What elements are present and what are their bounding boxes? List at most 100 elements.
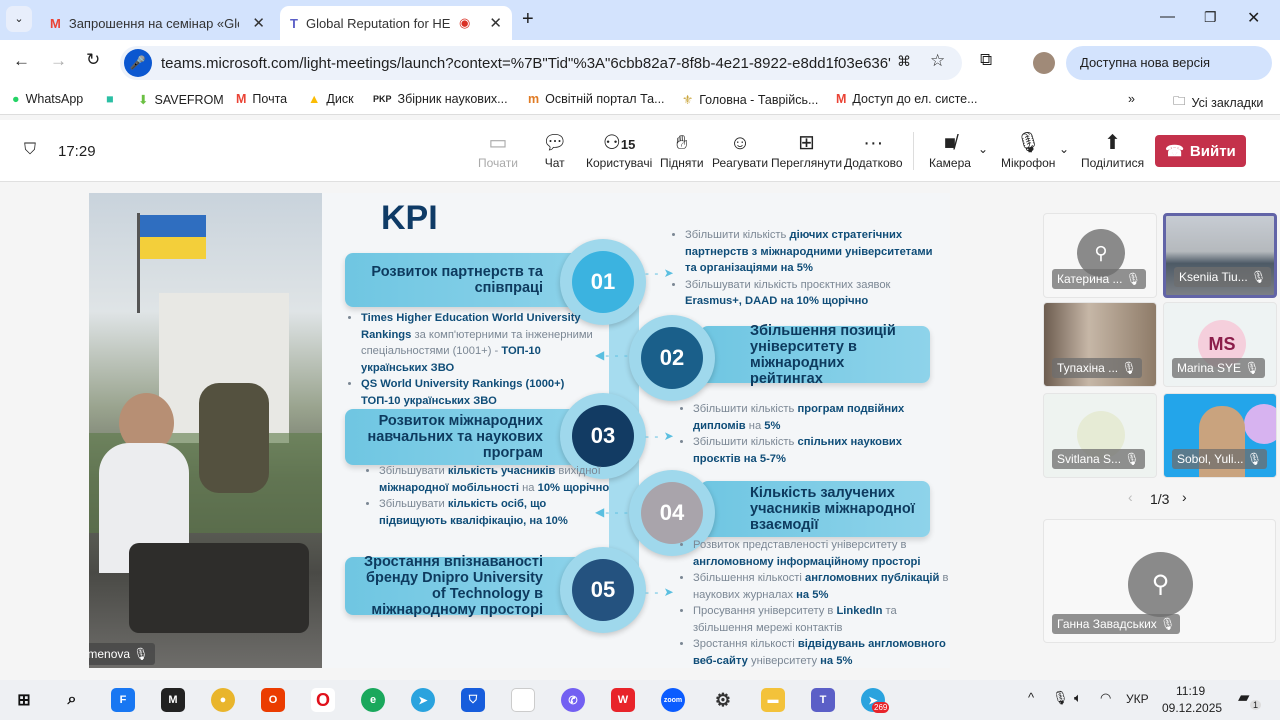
bookmark-pochta[interactable]: M Почта — [236, 92, 287, 106]
profile-avatar[interactable] — [1033, 52, 1055, 74]
kpi-banner-04: Кількість залучених учасників міжнародно… — [700, 481, 930, 537]
windows-start-icon[interactable]: ⊞ — [12, 688, 36, 712]
bookmark-mail[interactable]: ■ — [106, 92, 114, 106]
show-hidden-icons[interactable]: ^ — [1028, 690, 1034, 705]
bookmark-savefrom[interactable]: ⬇ SAVEFROM — [138, 92, 224, 108]
bookmark-dostup[interactable]: M Доступ до ел. систе... — [836, 92, 978, 106]
bullet-text: на — [518, 481, 538, 494]
translate-icon[interactable]: ⌘ — [897, 53, 911, 70]
kpi-number: 04 — [641, 482, 703, 544]
participant-tile[interactable]: Sobol, Yuli... 🎙︎ — [1163, 393, 1277, 478]
camera-options-chevron-icon[interactable]: ⌄ — [978, 142, 988, 156]
bitwarden-icon[interactable]: ⛉ — [461, 688, 485, 712]
forward-icon[interactable]: → — [50, 51, 67, 71]
address-bar[interactable]: 🎤 teams.microsoft.com/light-meetings/lau… — [120, 46, 962, 80]
microphone-button[interactable]: 🎙︎ Мікрофон — [1001, 130, 1055, 170]
kpi-number: 02 — [641, 327, 703, 389]
microphone-icon[interactable]: 🎤 — [124, 49, 152, 77]
view-button[interactable]: ⊞ Переглянути — [771, 130, 842, 170]
wps-icon[interactable]: W — [611, 688, 635, 712]
close-tab-icon[interactable]: ✕ — [489, 14, 502, 32]
present-button[interactable]: ▭ Почати — [478, 130, 518, 170]
participant-name: Svitlana S... 🎙︎ — [1052, 449, 1145, 469]
bookmark-osvitnii[interactable]: m Освітній портал Та... — [528, 92, 665, 106]
mic-options-chevron-icon[interactable]: ⌄ — [1059, 142, 1069, 156]
bookmark-disk[interactable]: ▲ Диск — [308, 92, 354, 106]
participant-tile[interactable]: MS Marina SYE 🎙︎ — [1163, 302, 1277, 387]
raise-hand-button[interactable]: ✋︎ Підняти — [660, 130, 704, 170]
edge-icon[interactable]: e — [361, 688, 385, 712]
prev-page-icon[interactable]: ‹ — [1128, 489, 1133, 505]
tab-gmail[interactable]: M Запрошення на семінар «Glob ✕ — [40, 6, 275, 40]
minimize-icon[interactable]: — — [1160, 8, 1175, 25]
wifi-icon[interactable]: ◠ — [1100, 690, 1111, 706]
all-bookmarks[interactable]: 🗀 Усі закладки — [1173, 92, 1263, 113]
leave-button[interactable]: ☎ Вийти — [1155, 135, 1246, 167]
office-icon[interactable]: O — [261, 688, 285, 712]
react-button[interactable]: ☺ Реагувати — [712, 130, 768, 170]
divider — [913, 132, 914, 170]
shield-icon[interactable]: ⛉ — [24, 141, 36, 159]
zoom-icon[interactable]: zoom — [661, 688, 685, 712]
volume-icon[interactable]: 🔈︎ — [1074, 690, 1082, 706]
participant-tile[interactable]: Тупахіна ... 🎙︎ — [1043, 302, 1157, 387]
telegram-icon[interactable]: ➤ — [411, 688, 435, 712]
address-toolbar: ← → ↻ 🎤 teams.microsoft.com/light-meetin… — [0, 40, 1280, 104]
close-window-icon[interactable]: ✕ — [1247, 8, 1260, 28]
app-icon[interactable]: F — [111, 688, 135, 712]
bullet-text: Збільшувати — [379, 498, 448, 510]
viber-icon[interactable]: ✆ — [561, 688, 585, 712]
url-text[interactable]: teams.microsoft.com/light-meetings/launc… — [161, 55, 891, 72]
chat-button[interactable]: 💬︎ Чат — [542, 130, 567, 170]
teams-icon: T — [290, 15, 298, 31]
more-bookmarks-icon[interactable]: » — [1128, 92, 1135, 106]
bookmark-golovna[interactable]: ⚜ Головна - Таврійсь... — [682, 92, 818, 108]
tab-search-chevron-icon[interactable]: ⌄ — [6, 6, 32, 32]
reload-icon[interactable]: ↻ — [86, 50, 100, 70]
new-tab-icon[interactable]: + — [522, 8, 534, 31]
bullet-text: на 5% — [796, 588, 829, 601]
bookmark-whatsapp[interactable]: ● WhatsApp — [12, 92, 83, 106]
bullet-text: університету — [747, 654, 821, 667]
next-page-icon[interactable]: › — [1182, 489, 1187, 505]
bookmark-zbirnyk[interactable]: PKP Збірник наукових... — [373, 92, 508, 106]
close-tab-icon[interactable]: ✕ — [252, 14, 265, 32]
participant-tile[interactable]: ⚲ Катерина ... 🎙︎ — [1043, 213, 1157, 298]
kpi-number: 05 — [572, 559, 634, 621]
bullet-text: вихідної — [555, 465, 601, 477]
share-button[interactable]: ⬆ Поділитися — [1081, 130, 1144, 170]
language-indicator[interactable]: УКР — [1126, 692, 1149, 706]
people-button[interactable]: ⚇15 Користувачі — [586, 130, 652, 170]
more-button[interactable]: ··· Додатково — [844, 130, 903, 170]
search-icon[interactable]: ⌕ — [60, 688, 84, 712]
opera-icon[interactable]: O — [311, 688, 335, 712]
participant-tile[interactable]: ⚲ Ганна Завадських 🎙︎ — [1043, 519, 1276, 643]
microphone-tray-icon[interactable]: 🎙︎ — [1052, 690, 1069, 706]
mic-icon: 🎙︎ — [1251, 270, 1267, 284]
bookmark-star-icon[interactable]: ☆ — [930, 51, 945, 71]
chrome-icon[interactable]: ● — [211, 688, 235, 712]
notifications-icon[interactable]: ▰ — [1238, 688, 1250, 706]
telegram-badge: 269 — [872, 702, 890, 713]
person-icon: ⚲ — [1128, 552, 1193, 617]
tab-teams[interactable]: T Global Reputation for HEI | I ◉ ✕ — [280, 6, 512, 40]
participant-tile[interactable]: Svitlana S... 🎙︎ — [1043, 393, 1157, 478]
bullet-text: Просування університету в — [693, 605, 837, 617]
back-icon[interactable]: ← — [13, 51, 30, 71]
portal-icon: m — [528, 92, 540, 106]
camera-button[interactable]: ■̸ Камера — [929, 130, 971, 170]
kpi-bullet: Збільшувати кількість учасників вихідної… — [379, 463, 617, 496]
bullet-text: 10% щорічно — [537, 481, 610, 494]
file-icon[interactable] — [511, 688, 535, 712]
m-app-icon[interactable]: M — [161, 688, 185, 712]
clock-time[interactable]: 11:19 — [1176, 684, 1205, 698]
chrome-update-button[interactable]: Доступна нова версія Chrome⋮ — [1066, 46, 1272, 104]
kpi-bullet: Times Higher Education World University … — [361, 310, 599, 376]
participant-tile-active[interactable]: Kseniia Tiu... 🎙︎ — [1163, 213, 1277, 298]
file-explorer-icon[interactable]: ▬ — [761, 688, 785, 712]
extensions-icon[interactable]: ⧉ — [980, 50, 992, 70]
clock-date[interactable]: 09.12.2025 — [1162, 701, 1222, 715]
restore-icon[interactable]: ❐ — [1204, 9, 1217, 26]
settings-icon[interactable]: ⚙ — [711, 688, 735, 712]
teams-icon[interactable]: T — [811, 688, 835, 712]
